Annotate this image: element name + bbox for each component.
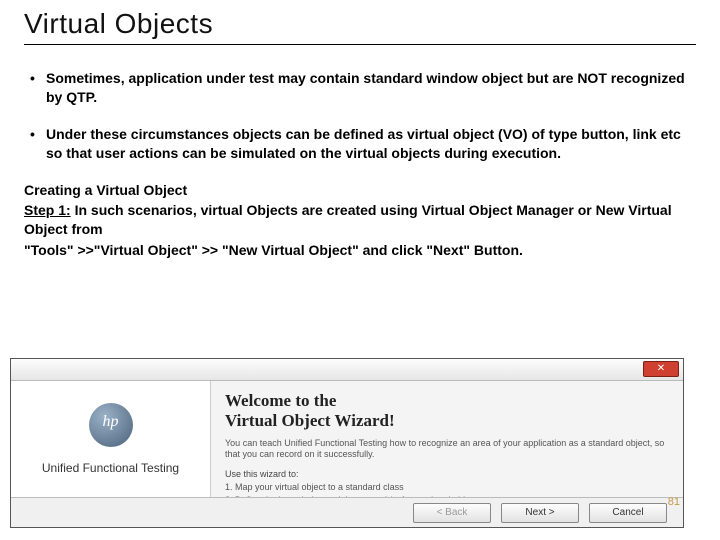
step1-body: In such scenarios, virtual Objects are c… <box>24 202 672 237</box>
path-line: "Tools" >>"Virtual Object" >> "New Virtu… <box>24 241 696 260</box>
title-rule <box>24 44 696 45</box>
wizard-sidebar: Unified Functional Testing <box>11 381 211 497</box>
wizard-content: Welcome to the Virtual Object Wizard! Yo… <box>211 381 683 497</box>
back-button: < Back <box>413 503 491 523</box>
bullet-list: Sometimes, application under test may co… <box>24 69 696 163</box>
product-name: Unified Functional Testing <box>21 461 200 475</box>
cancel-button[interactable]: Cancel <box>589 503 667 523</box>
wizard-step: 1. Map your virtual object to a standard… <box>225 481 669 493</box>
creating-heading: Creating a Virtual Object <box>24 181 696 200</box>
close-icon[interactable]: ✕ <box>643 361 679 377</box>
bullet-item: Sometimes, application under test may co… <box>24 69 696 107</box>
wizard-footer: < Back Next > Cancel <box>11 497 683 527</box>
step1-label: Step 1: <box>24 202 71 218</box>
wizard-titlebar: ✕ <box>11 359 683 381</box>
wizard-heading-line2: Virtual Object Wizard! <box>225 411 395 430</box>
wizard-body: Unified Functional Testing Welcome to th… <box>11 381 683 497</box>
page-number: 81 <box>668 496 680 508</box>
bullet-item: Under these circumstances objects can be… <box>24 125 696 163</box>
wizard-list-label: Use this wizard to: <box>225 469 669 479</box>
wizard-steps: 1. Map your virtual object to a standard… <box>225 481 669 497</box>
wizard-heading: Welcome to the Virtual Object Wizard! <box>225 391 669 430</box>
hp-logo-icon <box>89 403 133 447</box>
next-button[interactable]: Next > <box>501 503 579 523</box>
wizard-step: 2. Define the boundaries and the parent(… <box>225 494 669 497</box>
slide: Virtual Objects Sometimes, application u… <box>0 0 720 540</box>
step1-line: Step 1: In such scenarios, virtual Objec… <box>24 201 696 239</box>
wizard-description: You can teach Unified Functional Testing… <box>225 438 669 461</box>
wizard-heading-line1: Welcome to the <box>225 391 336 410</box>
page-title: Virtual Objects <box>24 8 696 40</box>
wizard-dialog: ✕ Unified Functional Testing Welcome to … <box>10 358 684 528</box>
